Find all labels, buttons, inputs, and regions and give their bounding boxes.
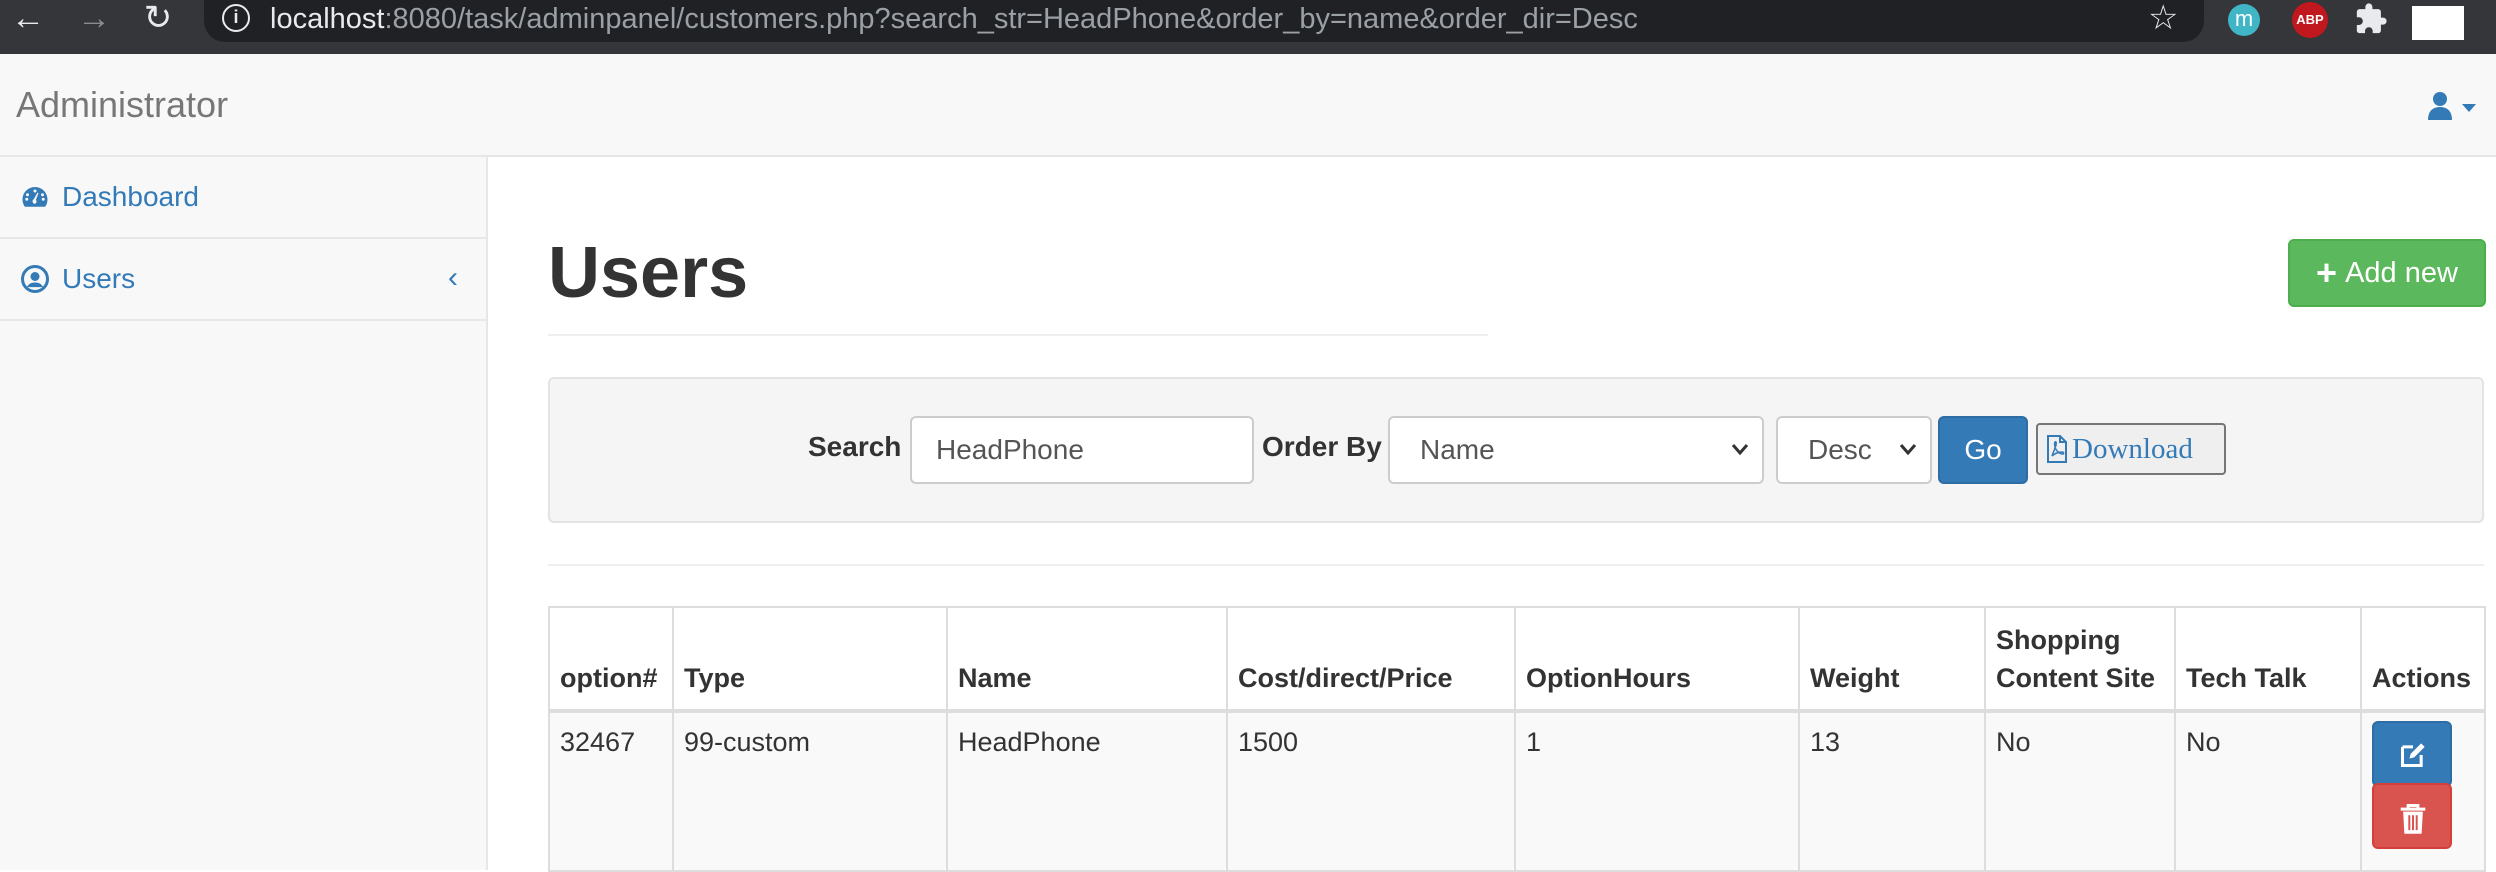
cell-shopping-content-site: No xyxy=(1984,710,2176,872)
column-header[interactable]: Shopping Content Site xyxy=(1984,606,2176,713)
cell-tech-talk: No xyxy=(2174,710,2362,872)
site-info-icon[interactable]: i xyxy=(222,4,250,32)
trash-icon xyxy=(2400,803,2426,834)
profile-avatar[interactable] xyxy=(2412,6,2464,40)
extensions-puzzle-icon[interactable] xyxy=(2354,2,2388,36)
column-header[interactable]: Tech Talk xyxy=(2174,606,2362,713)
sidebar-item-dashboard[interactable]: Dashboard xyxy=(0,157,486,239)
plus-icon: + xyxy=(2316,252,2338,293)
back-arrow-icon[interactable]: ← xyxy=(8,0,48,40)
cell-cost: 1500 xyxy=(1226,710,1516,872)
url-path: :8080/task/adminpanel/customers.php?sear… xyxy=(384,3,1638,35)
column-header[interactable]: Type xyxy=(672,606,948,713)
title-divider xyxy=(548,334,1488,336)
user-menu-dropdown[interactable] xyxy=(2416,88,2496,128)
cell-option-number: 32467 xyxy=(548,710,674,872)
bookmark-star-icon[interactable]: ☆ xyxy=(2148,0,2178,36)
app-navbar: Administrator xyxy=(0,54,2496,157)
user-icon xyxy=(2428,92,2476,120)
add-new-label: Add new xyxy=(2345,256,2458,289)
chevron-left-icon[interactable]: ‹ xyxy=(448,261,458,295)
order-direction-value: Desc xyxy=(1808,434,1872,465)
order-by-select[interactable]: Name xyxy=(1388,416,1764,484)
address-bar[interactable]: i localhost:8080/task/adminpanel/custome… xyxy=(204,0,2204,42)
sidebar-item-label: Users xyxy=(62,263,136,294)
column-header[interactable]: Weight xyxy=(1798,606,1986,713)
order-direction-select[interactable]: Desc xyxy=(1776,416,1932,484)
sidebar-item-users[interactable]: Users ‹ xyxy=(0,239,486,321)
extension-m-icon[interactable]: m xyxy=(2228,4,2260,36)
add-new-button[interactable]: + Add new xyxy=(2288,239,2486,307)
download-label: Download xyxy=(2072,433,2193,465)
cell-weight: 13 xyxy=(1798,710,1986,872)
column-header: Actions xyxy=(2360,606,2486,713)
url-text: localhost:8080/task/adminpanel/customers… xyxy=(270,2,1638,36)
table-header-row: option# Type Name Cost/direct/Price Opti… xyxy=(548,606,2486,713)
adblock-plus-icon[interactable]: ABP xyxy=(2292,2,2328,38)
dashboard-icon xyxy=(22,187,48,207)
sidebar: Dashboard Users ‹ xyxy=(0,157,488,870)
reload-icon[interactable]: ↻ xyxy=(138,0,178,40)
pdf-file-icon xyxy=(2047,435,2067,463)
chevron-down-icon xyxy=(1898,418,1918,507)
column-header[interactable]: Cost/direct/Price xyxy=(1226,606,1516,713)
cell-option-hours: 1 xyxy=(1514,710,1800,872)
edit-icon xyxy=(2400,743,2425,768)
cell-actions xyxy=(2360,710,2486,872)
user-circle-icon xyxy=(21,265,49,293)
cell-type: 99-custom xyxy=(672,710,948,872)
go-button[interactable]: Go xyxy=(1938,416,2028,484)
url-host: localhost xyxy=(270,3,385,35)
order-by-label: Order By xyxy=(1262,431,1382,462)
users-table: option# Type Name Cost/direct/Price Opti… xyxy=(548,606,2486,872)
search-input[interactable]: HeadPhone xyxy=(910,416,1254,484)
section-divider xyxy=(548,564,2484,566)
order-by-value: Name xyxy=(1420,434,1495,465)
column-header[interactable]: option# xyxy=(548,606,674,713)
brand-title[interactable]: Administrator xyxy=(16,84,228,126)
filter-panel: Search HeadPhone Order By Name Desc Go D… xyxy=(548,377,2484,523)
cell-name: HeadPhone xyxy=(946,710,1228,872)
forward-arrow-icon[interactable]: → xyxy=(74,0,114,40)
browser-toolbar: ← → ↻ i localhost:8080/task/adminpanel/c… xyxy=(0,0,2496,54)
download-button[interactable]: Download xyxy=(2036,423,2226,475)
sidebar-item-label: Dashboard xyxy=(62,181,199,212)
edit-button[interactable] xyxy=(2372,721,2452,787)
column-header[interactable]: Name xyxy=(946,606,1228,713)
search-label: Search xyxy=(808,431,902,462)
page-title: Users xyxy=(548,233,749,313)
delete-button[interactable] xyxy=(2372,783,2452,849)
column-header[interactable]: OptionHours xyxy=(1514,606,1800,713)
table-row: 32467 99-custom HeadPhone 1500 1 13 No N… xyxy=(548,710,2486,872)
chevron-down-icon xyxy=(1730,418,1750,507)
